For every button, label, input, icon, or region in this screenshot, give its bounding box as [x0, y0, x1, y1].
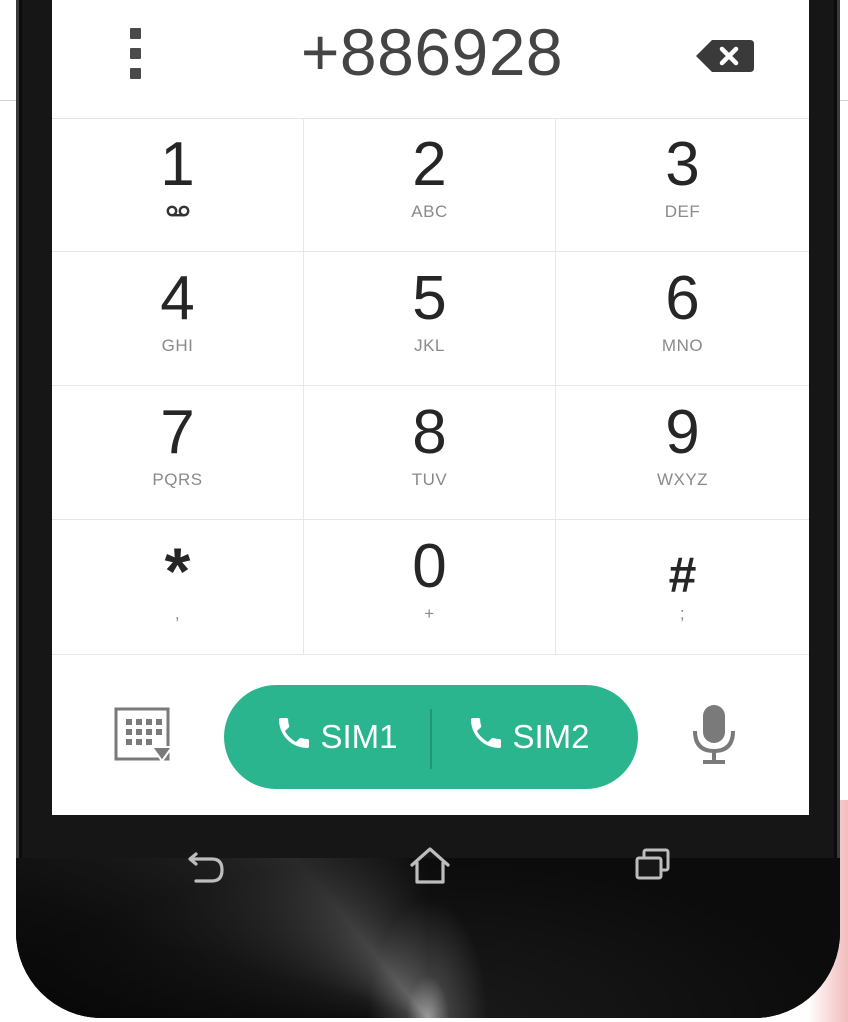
keypad: 1 2 ABC 3 DEF 4 GHI 5 JKL 6 MNO 7 PQRS 8…: [52, 118, 809, 655]
key-letters: ,: [174, 604, 181, 623]
key-letters: GHI: [161, 336, 194, 355]
key-digit: 2: [412, 130, 447, 199]
dialer-action-row: SIM1 SIM2: [52, 655, 809, 815]
phone-icon: [466, 713, 506, 761]
key-0[interactable]: 0 +: [304, 520, 556, 655]
microphone-icon[interactable]: [686, 701, 746, 771]
key-letters: +: [424, 604, 435, 623]
key-digit: 8: [412, 398, 447, 467]
key-letters: TUV: [411, 470, 448, 489]
number-bar: +886928: [52, 0, 809, 119]
key-letters: MNO: [661, 336, 704, 355]
dialpad-toggle-icon[interactable]: [114, 707, 184, 763]
key-letters: JKL: [414, 336, 445, 355]
key-2[interactable]: 2 ABC: [304, 118, 556, 252]
key-letters: ;: [679, 604, 686, 623]
key-digit: #: [668, 547, 697, 603]
key-star[interactable]: * ,: [52, 520, 304, 655]
key-digit: 6: [665, 264, 700, 333]
key-7[interactable]: 7 PQRS: [52, 386, 304, 520]
key-digit: 1: [160, 130, 195, 199]
key-digit: 4: [160, 264, 195, 333]
backspace-icon[interactable]: [692, 36, 756, 76]
phone-icon: [274, 713, 314, 761]
key-digit: 0: [412, 532, 447, 601]
key-3[interactable]: 3 DEF: [556, 118, 809, 252]
key-letters: PQRS: [152, 470, 203, 489]
sim2-label: SIM2: [512, 718, 590, 755]
voicemail-icon: [166, 204, 190, 222]
back-icon[interactable]: [182, 840, 232, 890]
key-digit: *: [164, 534, 191, 608]
key-6[interactable]: 6 MNO: [556, 252, 809, 386]
key-digit: 5: [412, 264, 447, 333]
recent-apps-icon[interactable]: [628, 840, 678, 890]
key-letters: WXYZ: [656, 470, 709, 489]
dialer-screen: +886928 1 2 ABC 3 DEF 4 GHI 5 JKL 6 MNO …: [52, 0, 809, 815]
sim1-label: SIM1: [320, 718, 398, 755]
key-letters: DEF: [664, 202, 701, 221]
key-5[interactable]: 5 JKL: [304, 252, 556, 386]
key-letters: ABC: [411, 202, 448, 221]
dialed-number[interactable]: +886928: [232, 14, 632, 90]
key-1[interactable]: 1: [52, 118, 304, 252]
call-sim2-button[interactable]: SIM2: [432, 685, 638, 789]
key-digit: 3: [665, 130, 700, 199]
key-4[interactable]: 4 GHI: [52, 252, 304, 386]
key-digit: 7: [160, 398, 195, 467]
call-sim1-button[interactable]: SIM1: [224, 685, 430, 789]
more-vertical-icon[interactable]: [116, 24, 156, 84]
call-button-group: SIM1 SIM2: [224, 685, 638, 789]
home-icon[interactable]: [405, 840, 455, 890]
key-digit: 9: [665, 398, 700, 467]
key-hash[interactable]: # ;: [556, 520, 809, 655]
key-8[interactable]: 8 TUV: [304, 386, 556, 520]
key-9[interactable]: 9 WXYZ: [556, 386, 809, 520]
